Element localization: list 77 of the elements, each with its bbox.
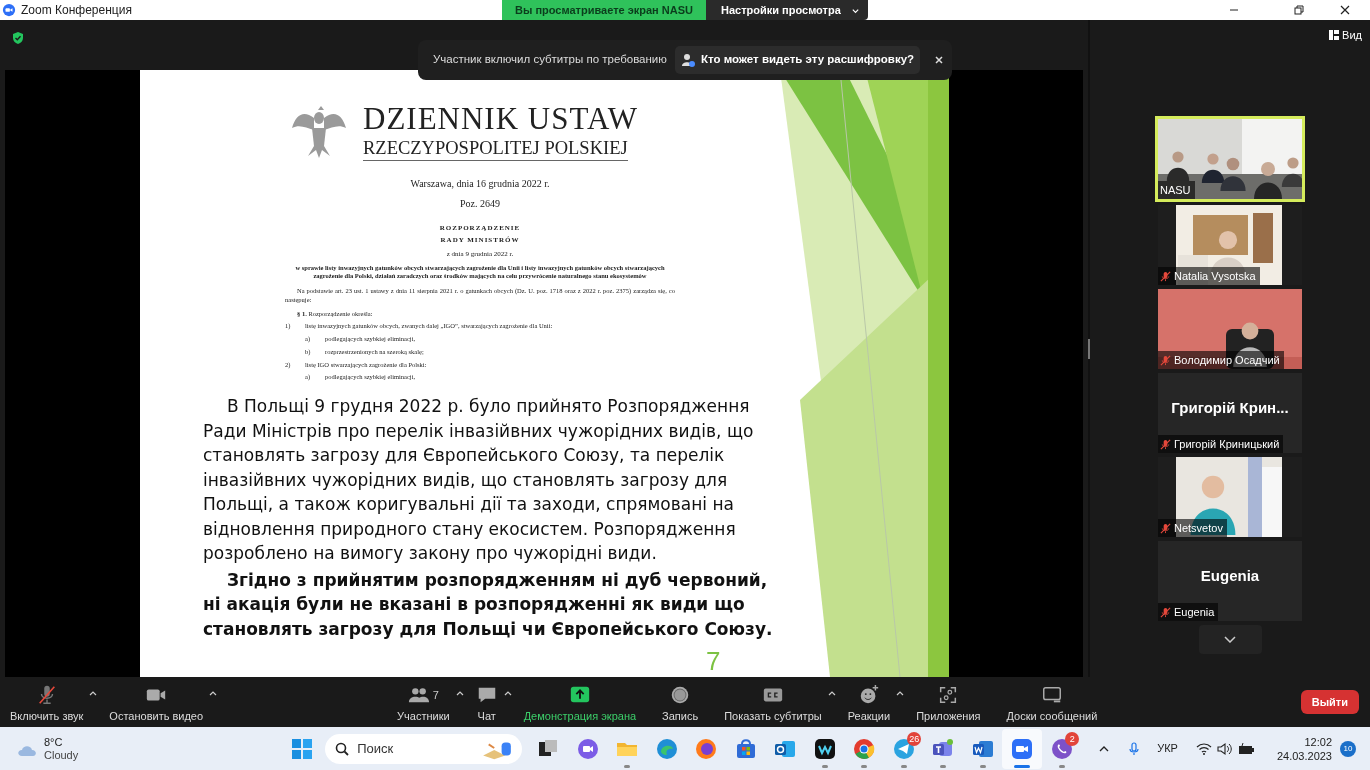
participant-tile[interactable]: Григорій Крин... Григорій Криницький	[1158, 373, 1302, 453]
participant-name: Eugenia	[1174, 604, 1215, 620]
restore-icon[interactable]	[1293, 4, 1305, 16]
toolbar-button[interactable]: Чат	[467, 679, 506, 725]
search-field[interactable]: Поиск	[325, 733, 523, 764]
notification-count-badge[interactable]: 10	[1340, 740, 1356, 757]
toolbar-button[interactable]: Включить звук	[2, 679, 92, 725]
microphone-icon[interactable]	[1128, 741, 1141, 756]
document-subtitle: RZECZYPOSPOLITEJ POLSKIEJ	[363, 137, 628, 161]
battery-icon[interactable]	[1237, 741, 1255, 756]
chevron-up-icon[interactable]	[1099, 744, 1110, 753]
participant-name: Володимир Осадчий	[1174, 352, 1280, 368]
search-icon	[335, 741, 350, 756]
close-icon[interactable]	[1339, 4, 1351, 16]
panel-resize-handle[interactable]	[1088, 338, 1090, 359]
toolbar-button[interactable]: Приложения	[908, 679, 989, 725]
video-camera-app-icon[interactable]	[1010, 736, 1034, 761]
fox-browser-icon[interactable]	[694, 736, 718, 761]
chevron-down-icon	[1224, 636, 1236, 643]
weather-condition: Cloudy	[44, 748, 79, 762]
close-icon[interactable]	[934, 55, 945, 65]
input-language[interactable]: УКР	[1157, 740, 1178, 757]
toolbar-button[interactable]: Остановить видео	[101, 679, 212, 725]
video-chat-icon[interactable]	[575, 736, 600, 761]
toolbar-button[interactable]: Показать субтитры	[716, 679, 830, 725]
chrome-browser-icon[interactable]	[852, 736, 876, 761]
participant-display-name: Eugenia	[1200, 566, 1260, 586]
toolbar-button[interactable]: Запись	[654, 679, 707, 725]
participant-tile[interactable]: Natalia Vysotska	[1158, 205, 1302, 285]
notification-badge: 26	[907, 731, 922, 746]
participant-name: Григорій Криницький	[1174, 436, 1280, 452]
participant-name: NASU	[1160, 182, 1191, 198]
document-date: Warszawa, dnia 16 grudnia 2022 r.	[410, 177, 550, 191]
active-app-tile[interactable]	[1002, 728, 1042, 769]
toolbar-button[interactable]: Доски сообщений	[998, 679, 1106, 725]
caret-up-icon[interactable]	[455, 690, 464, 697]
page-number: 7	[706, 645, 721, 677]
layout-icon	[1329, 30, 1340, 41]
participant-tile[interactable]: Володимир Осадчий	[1158, 289, 1302, 369]
notification-badge: 2	[1065, 731, 1080, 746]
leave-button[interactable]: Выйти	[1300, 690, 1359, 714]
eagle-emblem-icon	[290, 104, 348, 158]
document-title: DZIENNIK USTAW	[363, 102, 639, 136]
caret-up-icon[interactable]	[896, 690, 905, 697]
who-can-see-button[interactable]: Кто может видеть эту расшифровку?	[674, 46, 921, 74]
caret-up-icon[interactable]	[89, 690, 98, 697]
toolbar-button[interactable]: Реакции	[839, 679, 899, 725]
security-shield-icon[interactable]	[11, 31, 25, 45]
participant-tile[interactable]: Eugenia Eugenia	[1158, 541, 1302, 621]
slide-paragraph: В Польщі 9 грудня 2022 р. було прийнято Розпорядження Ради Міністрів про перелік інвазійвних чужорідних видів, що становлять загрозу для Європейського Союзу, та перелік інвазійвних чужорідних видів, що становлять загрозу для Польщі, а також коригувальні дії та заходи, спрямовані на відновлення природного стану екосистем. Розпорядження розроблено на вимогу закону про чужорідні види.	[203, 395, 755, 565]
participant-name: Netsvetov	[1174, 520, 1223, 536]
caret-up-icon[interactable]	[503, 690, 512, 697]
wave-app-icon[interactable]	[812, 736, 837, 761]
wifi-icon[interactable]	[1195, 741, 1212, 756]
toolbar-button[interactable]: 7 Участники	[389, 679, 458, 725]
participant-tile[interactable]: Netsvetov	[1158, 457, 1302, 537]
phone-call-icon[interactable]	[1049, 736, 1074, 761]
temperature: 8°C	[44, 735, 64, 749]
clock-time[interactable]: 12:02	[1304, 734, 1332, 749]
start-button-icon[interactable]	[291, 737, 314, 760]
slide-paragraph: Згідно з прийнятим розпорядженням ні дуб червоний, ні акація були не вказані в розпорядженні як види що становлять загрозу для Польщі чи Європейського Союзу.	[203, 568, 773, 641]
participant-display-name: Григорій Крин...	[1171, 398, 1289, 418]
document-position: Poz. 2649	[460, 197, 500, 211]
window-title: Zoom Конференция	[21, 2, 132, 19]
clock-date[interactable]: 24.03.2023	[1276, 748, 1332, 763]
share-banner: Вы просматриваете экран NASU	[502, 0, 706, 20]
person-icon	[680, 53, 695, 67]
caret-up-icon[interactable]	[209, 690, 218, 697]
browser-swirl-icon[interactable]	[654, 736, 679, 761]
participant-name: Natalia Vysotska	[1174, 268, 1256, 284]
view-button[interactable]: Вид	[1329, 27, 1362, 44]
view-settings-button[interactable]: Настройки просмотра	[706, 0, 868, 20]
notification-text: Участник включил субтитры по требованию	[433, 52, 667, 68]
speaker-icon[interactable]	[1216, 741, 1233, 756]
toolbar-button[interactable]: Демонстрация экрана	[515, 679, 645, 725]
participant-tile[interactable]: NASU	[1158, 119, 1302, 199]
caret-up-icon[interactable]	[827, 690, 836, 697]
